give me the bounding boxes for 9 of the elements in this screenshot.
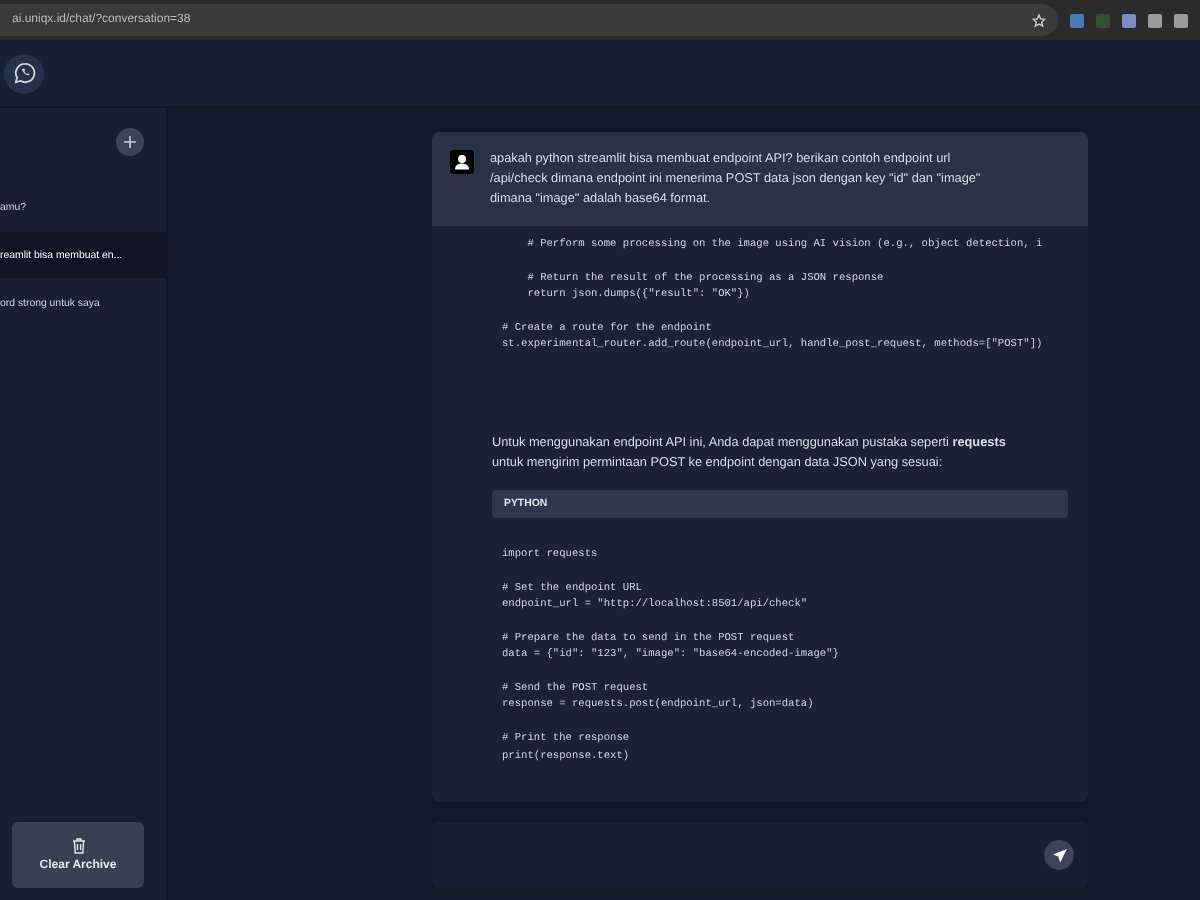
plus-icon	[124, 136, 136, 148]
new-chat-button[interactable]	[116, 128, 144, 156]
star-icon[interactable]	[1032, 13, 1046, 27]
trash-icon	[71, 838, 85, 854]
send-button[interactable]	[1044, 840, 1074, 870]
whatsapp-icon[interactable]	[4, 53, 44, 93]
send-icon	[1051, 847, 1067, 863]
user-avatar-icon	[450, 150, 474, 174]
message-input-field[interactable]	[432, 822, 1088, 888]
